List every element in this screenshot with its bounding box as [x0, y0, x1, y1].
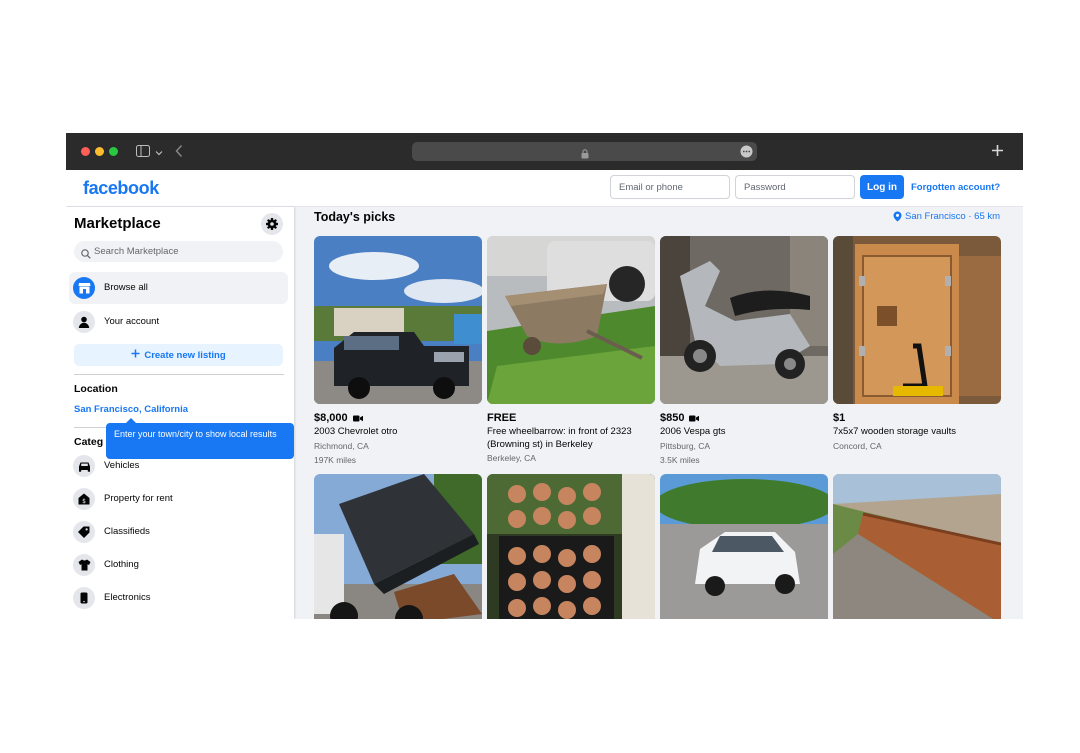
plus-icon	[131, 349, 140, 361]
site-header: facebook Log in Forgotten account?	[66, 170, 1023, 207]
browser-toolbar	[66, 133, 1023, 170]
divider	[74, 374, 284, 375]
search-icon	[81, 246, 91, 264]
category-label: Classifieds	[104, 526, 150, 537]
sidebar-title: Marketplace	[74, 215, 161, 232]
listing-mileage: 3.5K miles	[660, 454, 700, 465]
person-icon	[73, 311, 95, 333]
facebook-logo[interactable]: facebook	[83, 178, 159, 199]
listing-mileage: 197K miles	[314, 454, 357, 465]
listing-title: 2006 Vespa gts	[660, 426, 726, 437]
browser-window: facebook Log in Forgotten account? Marke…	[66, 133, 1023, 619]
listing-image-wooden-vault	[833, 236, 1001, 404]
listing-card[interactable]	[833, 474, 1001, 619]
video-camera-icon	[352, 415, 363, 421]
listing-card[interactable]: $8,000 2003 Chevrolet otro Richmond, CA …	[314, 236, 482, 467]
video-camera-icon	[689, 415, 700, 421]
minimize-window-button[interactable]	[95, 147, 104, 156]
store-icon	[73, 277, 95, 299]
listing-price: $850	[660, 412, 685, 424]
listing-price: FREE	[487, 412, 517, 424]
listing-image-white-sedan	[660, 474, 828, 619]
listing-location: Richmond, CA	[314, 440, 369, 451]
sidebar-item-label: Browse all	[104, 282, 148, 293]
category-item-classifieds[interactable]: Classifieds	[69, 516, 288, 548]
listing-title: 2003 Chevrolet otro	[314, 426, 398, 437]
password-field[interactable]	[735, 175, 855, 199]
section-title: Today's picks	[314, 210, 396, 224]
phone-icon	[73, 587, 95, 609]
listing-image-scooter	[660, 236, 828, 404]
sidebar-item-browse-all[interactable]: Browse all	[69, 272, 288, 304]
svg-text:$: $	[82, 498, 86, 505]
location-heading: Location	[74, 383, 118, 395]
settings-button[interactable]	[261, 213, 283, 235]
shirt-icon	[73, 554, 95, 576]
listing-title: 7x5x7 wooden storage vaults	[833, 426, 957, 437]
listing-price: $1	[833, 412, 846, 424]
back-arrow-icon[interactable]	[175, 144, 183, 160]
listing-price: $8,000	[314, 412, 348, 424]
close-window-button[interactable]	[81, 147, 90, 156]
maximize-window-button[interactable]	[109, 147, 118, 156]
new-tab-plus-icon[interactable]	[991, 144, 1004, 159]
category-label: Vehicles	[104, 460, 140, 471]
listing-location: Berkeley, CA	[487, 453, 536, 463]
listing-image-pickup-truck	[314, 236, 482, 404]
create-listing-label: Create new listing	[144, 349, 226, 361]
category-label: Electronics	[104, 592, 151, 603]
location-radius-label: San Francisco · 65 km	[905, 211, 1001, 222]
sidebar-item-your-account[interactable]: Your account	[69, 306, 288, 338]
category-item-electronics[interactable]: Electronics	[69, 582, 288, 614]
house-icon: $	[73, 488, 95, 510]
location-value-link[interactable]: San Francisco, California	[74, 404, 188, 415]
listing-location: Concord, CA	[833, 440, 882, 451]
location-radius-link[interactable]: San Francisco · 65 km	[893, 211, 1000, 222]
login-button[interactable]: Log in	[860, 175, 904, 199]
location-tooltip: Enter your town/city to show local resul…	[106, 418, 294, 459]
listing-card[interactable]	[487, 474, 655, 619]
create-new-listing-button[interactable]: Create new listing	[74, 344, 283, 366]
listing-image-retaining-wall	[833, 474, 1001, 619]
listing-image-plants	[487, 474, 655, 619]
listing-image-wheelbarrow	[487, 236, 655, 404]
lock-icon	[581, 146, 589, 164]
forgotten-account-link[interactable]: Forgotten account?	[911, 182, 1000, 193]
search-input[interactable]	[94, 241, 274, 262]
tag-icon	[73, 521, 95, 543]
listing-card[interactable]: FREE Free wheelbarrow: in front of 2323 …	[487, 236, 655, 465]
search-bar[interactable]	[74, 241, 283, 262]
category-label: Property for rent	[104, 493, 173, 504]
category-item-property-for-rent[interactable]: $ Property for rent	[69, 483, 288, 515]
listing-card[interactable]: $850 2006 Vespa gts Pittsburg, CA 3.5K m…	[660, 236, 828, 467]
listing-card[interactable]	[660, 474, 828, 619]
listing-card[interactable]: $1 7x5x7 wooden storage vaults Concord, …	[833, 236, 1001, 453]
category-item-clothing[interactable]: Clothing	[69, 549, 288, 581]
location-pin-icon	[893, 211, 902, 222]
sidebar-item-label: Your account	[104, 316, 160, 327]
sidebar-toggle-icon[interactable]	[136, 145, 150, 159]
categories-heading: Categ	[74, 436, 104, 448]
listing-title: Free wheelbarrow: in front of 2323 (Brow…	[487, 426, 632, 450]
listing-image-dump-truck	[314, 474, 482, 619]
listing-card[interactable]	[314, 474, 482, 619]
gear-icon	[266, 218, 278, 230]
address-bar[interactable]	[412, 142, 757, 161]
listing-location: Pittsburg, CA	[660, 440, 711, 451]
email-field[interactable]	[610, 175, 730, 199]
chevron-down-icon[interactable]	[155, 146, 163, 159]
car-icon	[73, 455, 95, 477]
marketplace-sidebar: Marketplace Brows	[66, 207, 294, 619]
category-label: Clothing	[104, 559, 139, 570]
more-options-icon[interactable]	[740, 145, 753, 163]
